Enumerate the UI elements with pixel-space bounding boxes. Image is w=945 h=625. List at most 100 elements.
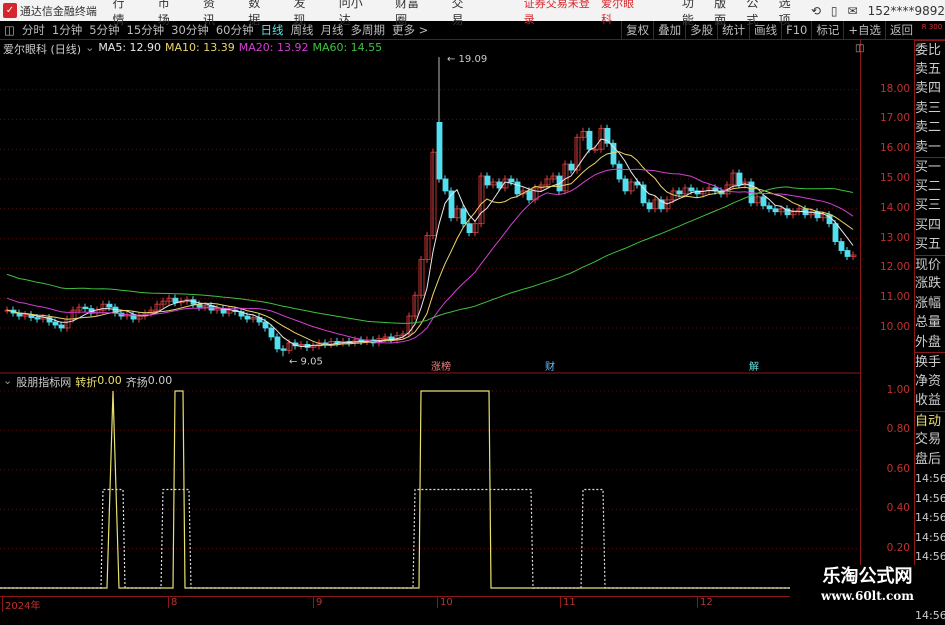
ma5-label: MA5: 12.90 bbox=[98, 41, 161, 57]
candle bbox=[641, 185, 646, 203]
indicator-tick-label: 0.40 bbox=[887, 502, 910, 514]
candle bbox=[35, 318, 40, 319]
y-tick-label: 10.00 bbox=[880, 321, 910, 333]
quote-field: 卖一 bbox=[915, 138, 945, 158]
title-bar: ✓ 通达信金融终端 行情 市场 资讯 数据 发现 问小达 财富圈 交易 证券交易… bbox=[0, 0, 945, 21]
quote-field: 买四 bbox=[915, 216, 945, 236]
overlay-button[interactable]: 叠加 bbox=[653, 21, 685, 40]
ma60-label: MA60: 14.55 bbox=[312, 41, 382, 57]
candle bbox=[761, 197, 766, 206]
quote-field: 委比 bbox=[915, 40, 945, 60]
indicator-tick-label: 0.20 bbox=[887, 542, 910, 554]
y-tick-label: 12.00 bbox=[880, 261, 910, 273]
candle bbox=[647, 203, 652, 209]
refresh-icon[interactable]: ⟲ bbox=[811, 4, 821, 18]
watermark-url: www.60lt.com bbox=[790, 589, 945, 603]
quote-field: 卖二 bbox=[915, 118, 945, 138]
period-multi[interactable]: 多周期 bbox=[350, 22, 385, 38]
candle bbox=[281, 349, 286, 350]
candle bbox=[773, 209, 778, 212]
candle bbox=[587, 131, 592, 149]
quote-field: 14:56 bbox=[915, 469, 945, 489]
adjust-button[interactable]: 复权 bbox=[621, 21, 653, 40]
candle bbox=[833, 224, 838, 242]
candle bbox=[569, 164, 574, 170]
options-icon[interactable]: ⌄ bbox=[3, 374, 12, 390]
period-1min[interactable]: 1分钟 bbox=[52, 22, 82, 38]
candle bbox=[617, 164, 622, 179]
options-icon[interactable]: ⌄ bbox=[85, 41, 94, 57]
panel-toggle-icon[interactable]: ◫ bbox=[4, 23, 15, 37]
quote-field: 买三 bbox=[915, 196, 945, 216]
candle bbox=[737, 173, 742, 185]
quote-field: 14:56 bbox=[915, 547, 945, 567]
period-weekly[interactable]: 周线 bbox=[290, 22, 313, 38]
phone-icon[interactable]: ▯ bbox=[831, 4, 838, 18]
quote-field: 买五 bbox=[915, 235, 945, 255]
indicator-line-1 bbox=[0, 490, 860, 589]
candle bbox=[107, 304, 112, 307]
stats-button[interactable]: 统计 bbox=[717, 21, 749, 40]
candle bbox=[527, 191, 532, 200]
indicator-tick-label: 0.60 bbox=[887, 463, 910, 475]
quote-field: 卖五 bbox=[915, 60, 945, 80]
layout-icon[interactable]: ◫ bbox=[855, 43, 864, 54]
candle bbox=[443, 179, 448, 191]
x-tick-label: 10 bbox=[437, 597, 453, 608]
add-watchlist-button[interactable]: +自选 bbox=[843, 21, 885, 40]
chart-canvas[interactable]: ← 19.09← 9.05涨榜财解 bbox=[0, 40, 860, 596]
app-logo-icon: ✓ bbox=[3, 3, 17, 18]
period-intraday[interactable]: 分时 bbox=[22, 22, 45, 38]
y-tick-label: 18.00 bbox=[880, 83, 910, 95]
quote-field: 买一 bbox=[915, 157, 945, 177]
quote-panel: 委比卖五卖四卖三卖二卖一买一买二买三买四买五现价涨跌涨幅总量外盘换手净资收益自动… bbox=[915, 40, 945, 609]
period-more[interactable]: 更多 > bbox=[392, 22, 428, 38]
quote-field: 盘后 bbox=[915, 450, 945, 470]
x-tick-label: 12 bbox=[697, 597, 713, 608]
ma20-label: MA20: 13.92 bbox=[239, 41, 309, 57]
quote-field: 外盘 bbox=[915, 333, 945, 353]
low-label: ← 9.05 bbox=[289, 356, 323, 367]
period-60min[interactable]: 60分钟 bbox=[216, 22, 254, 38]
candle bbox=[485, 176, 490, 185]
y-tick-label: 14.00 bbox=[880, 202, 910, 214]
candle bbox=[623, 179, 628, 191]
candle bbox=[269, 328, 274, 337]
indicator-tick-label: 1.00 bbox=[887, 384, 910, 396]
indicator-name: 股朋指标网 bbox=[16, 374, 71, 390]
period-5min[interactable]: 5分钟 bbox=[89, 22, 119, 38]
period-toolbar: ◫ 分时 1分钟 5分钟 15分钟 30分钟 60分钟 日线 周线 月线 多周期… bbox=[0, 21, 945, 40]
candle bbox=[83, 307, 88, 308]
multi-stock-button[interactable]: 多股 bbox=[685, 21, 717, 40]
chart-legend: 爱尔眼科 (日线) ⌄ MA5: 12.90 MA10: 13.39 MA20:… bbox=[3, 41, 382, 57]
quote-field: 14:56 bbox=[915, 508, 945, 528]
quote-field: 换手 bbox=[915, 352, 945, 372]
back-button[interactable]: 返回 bbox=[885, 21, 917, 40]
period-15min[interactable]: 15分钟 bbox=[127, 22, 165, 38]
quote-field: 现价 bbox=[915, 255, 945, 275]
draw-button[interactable]: 画线 bbox=[749, 21, 781, 40]
mark-button[interactable]: 标记 bbox=[811, 21, 843, 40]
quote-field: 14:56 bbox=[915, 528, 945, 548]
quote-field: 买二 bbox=[915, 177, 945, 197]
period-monthly[interactable]: 月线 bbox=[320, 22, 343, 38]
watermark: 乐淘公式网 www.60lt.com bbox=[790, 565, 945, 609]
quote-field: 净资 bbox=[915, 372, 945, 392]
mail-icon[interactable]: ✉ bbox=[848, 4, 858, 18]
quote-field: 14:56 bbox=[915, 489, 945, 509]
candle bbox=[461, 209, 466, 224]
period-daily[interactable]: 日线 bbox=[260, 22, 283, 38]
series-rise-name: 齐扬 bbox=[126, 374, 148, 390]
candle bbox=[173, 298, 178, 302]
period-30min[interactable]: 30分钟 bbox=[171, 22, 209, 38]
candle bbox=[689, 188, 694, 191]
candle bbox=[437, 122, 442, 179]
ma10-label: MA10: 13.39 bbox=[165, 41, 235, 57]
high-label: ← 19.09 bbox=[447, 54, 487, 65]
x-tick-label: 9 bbox=[313, 597, 322, 608]
f10-button[interactable]: F10 bbox=[781, 21, 811, 40]
account[interactable]: 152****9892 bbox=[868, 4, 945, 18]
x-tick-label: 2024年 bbox=[2, 597, 40, 612]
quote-field: 交易 bbox=[915, 430, 945, 450]
candle bbox=[839, 242, 844, 251]
